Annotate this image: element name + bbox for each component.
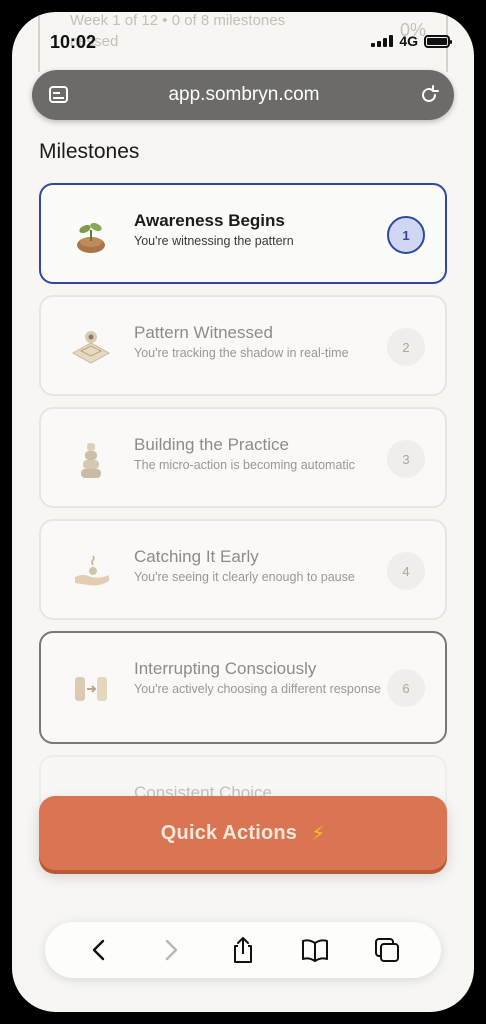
share-icon[interactable]: [226, 933, 260, 967]
progress-summary: Week 1 of 12 • 0 of 8 milestones: [70, 12, 286, 29]
milestone-number: 6: [387, 669, 425, 707]
address-bar[interactable]: app.sombryn.com: [32, 70, 454, 120]
milestone-title: Pattern Witnessed: [134, 323, 273, 342]
hand-catch-icon: [69, 549, 113, 593]
tabs-icon[interactable]: [370, 933, 404, 967]
pause-blocks-icon: [69, 667, 113, 711]
quick-actions-label: Quick Actions: [160, 821, 298, 844]
milestone-subtitle: The micro-action is becoming automatic: [134, 458, 355, 472]
milestone-card[interactable]: Building the Practice The micro-action i…: [39, 407, 447, 508]
network-type: 4G: [399, 33, 418, 49]
milestone-list: Awareness Begins You're witnessing the p…: [39, 183, 447, 826]
status-indicators: 4G: [371, 33, 452, 49]
lightning-icon: ⚡: [311, 822, 326, 845]
back-icon[interactable]: [82, 933, 116, 967]
milestone-number: 3: [387, 440, 425, 478]
signal-icon: [371, 35, 394, 47]
milestone-number: 1: [387, 216, 425, 254]
phone-screen: Week 1 of 12 • 0 of 8 milestones nessed …: [12, 12, 474, 1012]
milestone-subtitle: You're actively choosing a different res…: [134, 682, 381, 696]
status-time: 10:02: [50, 32, 97, 52]
eye-tile-icon: [69, 325, 113, 369]
milestone-subtitle: You're seeing it clearly enough to pause: [134, 570, 355, 584]
milestone-title: Catching It Early: [134, 547, 259, 566]
reload-icon[interactable]: [418, 84, 440, 106]
milestone-subtitle: You're witnessing the pattern: [134, 234, 294, 248]
milestone-title: Building the Practice: [134, 435, 289, 454]
milestone-title: Awareness Begins: [134, 211, 285, 230]
battery-icon: [424, 34, 452, 48]
bookmarks-icon[interactable]: [298, 933, 332, 967]
milestone-card[interactable]: Awareness Begins You're witnessing the p…: [39, 183, 447, 284]
milestone-number: 4: [387, 552, 425, 590]
section-title: Milestones: [39, 140, 140, 163]
forward-icon[interactable]: [154, 933, 188, 967]
milestone-number: 2: [387, 328, 425, 366]
milestone-card[interactable]: Interrupting Consciously You're actively…: [39, 631, 447, 744]
milestone-card[interactable]: Catching It Early You're seeing it clear…: [39, 519, 447, 620]
quick-actions-button[interactable]: Quick Actions ⚡: [39, 796, 447, 870]
page-menu-icon[interactable]: [48, 84, 70, 106]
sprout-icon: [69, 213, 113, 257]
url-text[interactable]: app.sombryn.com: [70, 84, 418, 106]
stacked-stones-icon: [69, 437, 113, 481]
milestone-title: Interrupting Consciously: [134, 659, 317, 678]
milestone-card[interactable]: Pattern Witnessed You're tracking the sh…: [39, 295, 447, 396]
browser-toolbar: [45, 922, 441, 978]
milestone-subtitle: You're tracking the shadow in real-time: [134, 346, 349, 360]
